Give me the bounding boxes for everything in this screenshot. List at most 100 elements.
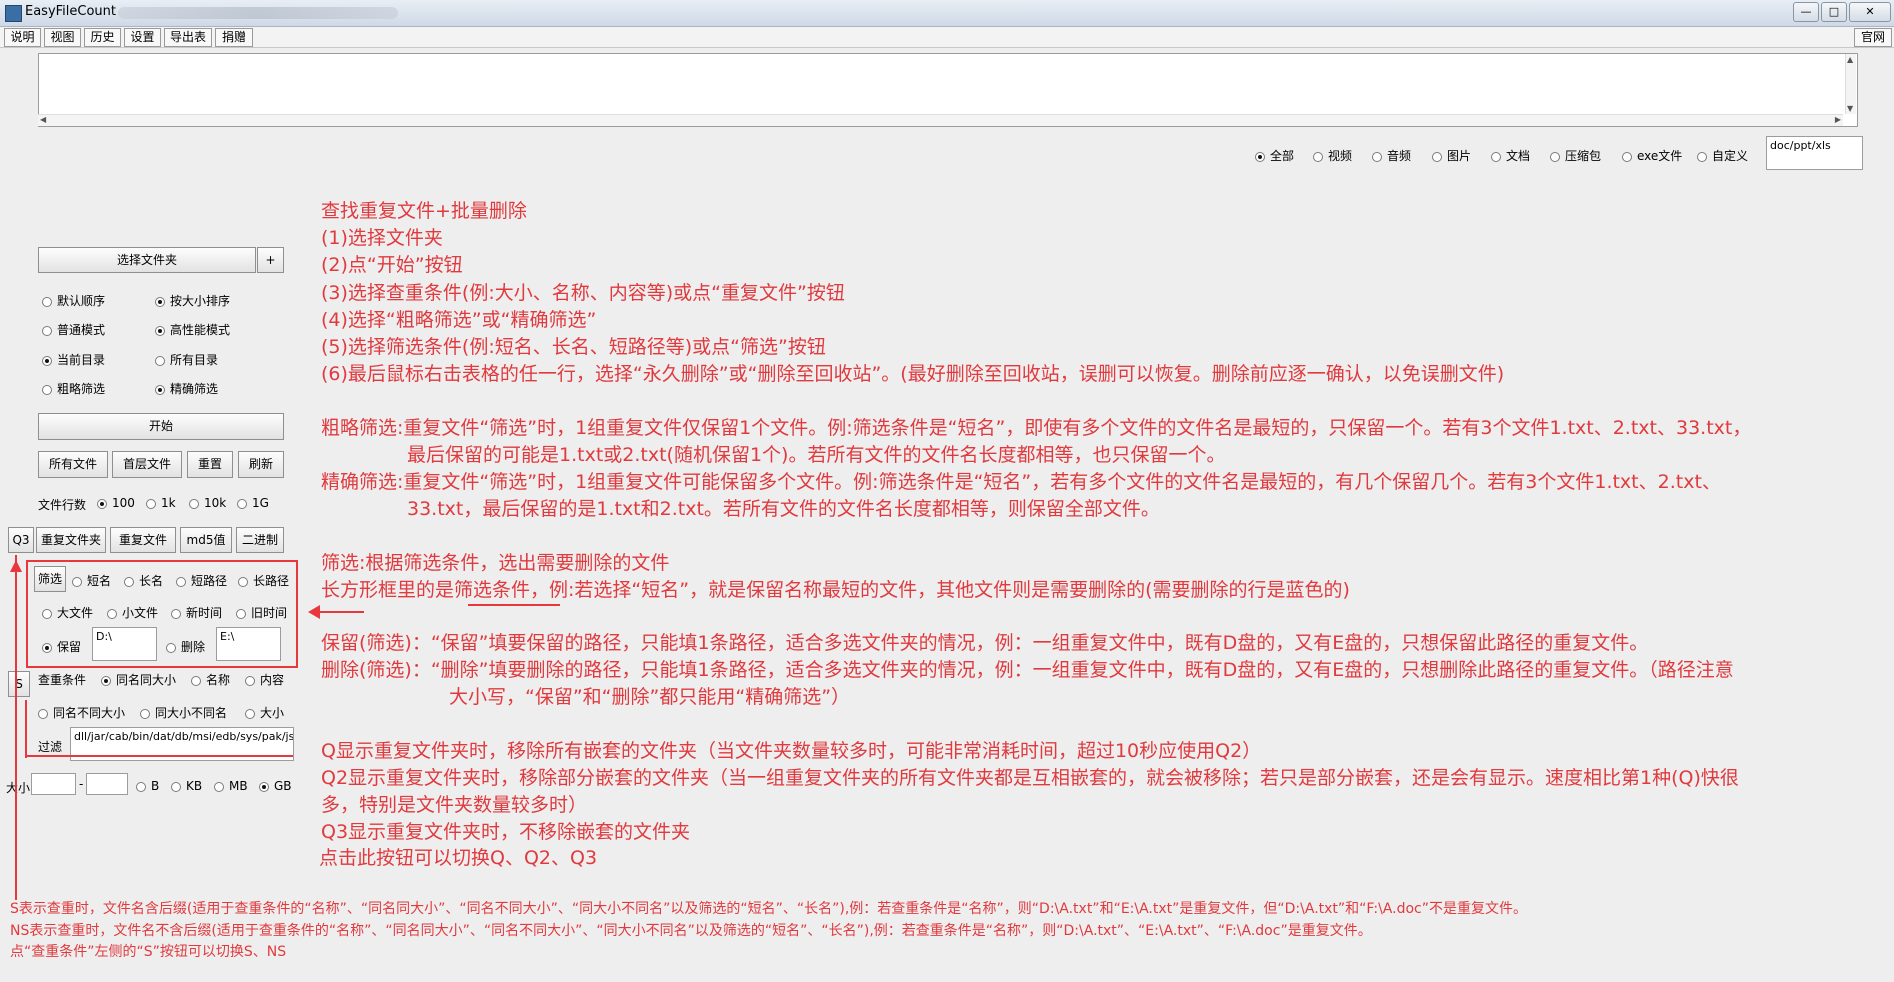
size-unit-kb[interactable]: KB [171, 779, 202, 793]
size-max-input[interactable] [86, 773, 128, 795]
type-exe[interactable]: exe文件 [1622, 147, 1682, 164]
lines-100[interactable]: 100 [97, 496, 135, 510]
radio-icon [237, 498, 247, 509]
radio-icon [101, 675, 111, 686]
duplicate-folders-button[interactable]: 重复文件夹 [36, 527, 106, 553]
scope-current[interactable]: 当前目录 [42, 351, 105, 368]
duplicate-files-button[interactable]: 重复文件 [110, 527, 176, 553]
dup-same-name-diff-size[interactable]: 同名不同大小 [38, 704, 125, 721]
scope-all[interactable]: 所有目录 [155, 351, 218, 368]
menu-history[interactable]: 历史 [84, 28, 121, 47]
screen-short-path[interactable]: 短路径 [176, 572, 227, 589]
annotation-precise-2: 33.txt，最后保留的是1.txt和2.txt。若所有文件的文件名长度都相等，… [407, 498, 1160, 520]
scroll-left-icon[interactable]: ◀ [40, 115, 46, 124]
type-doc[interactable]: 文档 [1491, 147, 1530, 164]
radio-icon [176, 576, 186, 587]
scroll-up-icon[interactable]: ▲ [1847, 55, 1853, 64]
radio-icon [1622, 151, 1632, 162]
annotation-step-3: (3)选择查重条件(例:大小、名称、内容等)或点“重复文件”按钮 [321, 282, 845, 304]
binary-button[interactable]: 二进制 [236, 527, 284, 553]
annotation-q-5: 点击此按钮可以切换Q、Q2、Q3 [319, 847, 598, 869]
choose-folder-button[interactable]: 选择文件夹 [38, 247, 256, 273]
radio-icon [245, 675, 255, 686]
radio-icon [42, 355, 52, 366]
sort-default[interactable]: 默认顺序 [42, 292, 105, 309]
scroll-down-icon[interactable]: ▼ [1847, 104, 1853, 113]
s-mode-button[interactable]: S [8, 671, 30, 697]
screen-precise[interactable]: 精确筛选 [155, 380, 218, 397]
radio-icon [42, 608, 52, 619]
dup-same-size-diff-name[interactable]: 同大小不同名 [140, 704, 227, 721]
q-mode-button[interactable]: Q3 [8, 527, 34, 553]
type-video[interactable]: 视频 [1313, 147, 1352, 164]
screen-old-time[interactable]: 旧时间 [236, 604, 287, 621]
size-dash: - [79, 777, 84, 791]
dup-same-name-size[interactable]: 同名同大小 [101, 671, 176, 688]
menu-donate[interactable]: 捐赠 [215, 28, 253, 47]
add-folder-button[interactable]: + [257, 247, 284, 273]
s-arrow-line [25, 700, 27, 758]
keep-option[interactable]: 保留 [42, 638, 81, 655]
type-custom[interactable]: 自定义 [1697, 147, 1748, 164]
annotation-step-1: (1)选择文件夹 [321, 227, 443, 249]
size-unit-mb[interactable]: MB [214, 779, 248, 793]
radio-icon [191, 675, 201, 686]
sort-by-size[interactable]: 按大小排序 [155, 292, 230, 309]
screen-long-path[interactable]: 长路径 [238, 572, 289, 589]
size-unit-b[interactable]: B [136, 779, 159, 793]
delete-option[interactable]: 删除 [166, 638, 205, 655]
screen-button[interactable]: 筛选 [34, 566, 66, 592]
menu-bar: 说明 视图 历史 设置 导出表 捐赠 官网 [0, 27, 1894, 48]
refresh-button[interactable]: 刷新 [238, 451, 284, 478]
minimize-button[interactable]: — [1793, 2, 1819, 22]
type-all[interactable]: 全部 [1255, 147, 1294, 164]
lines-1g[interactable]: 1G [237, 496, 269, 510]
start-button[interactable]: 开始 [38, 413, 284, 440]
reset-button[interactable]: 重置 [187, 451, 233, 478]
title-path-blurred [118, 7, 398, 19]
menu-help[interactable]: 说明 [4, 28, 41, 47]
radio-icon [107, 608, 117, 619]
radio-icon [38, 708, 48, 719]
close-button[interactable]: ✕ [1849, 2, 1891, 22]
scroll-right-icon[interactable]: ▶ [1835, 115, 1841, 124]
menu-website[interactable]: 官网 [1854, 28, 1892, 47]
radio-icon [42, 296, 52, 307]
menu-settings[interactable]: 设置 [124, 28, 161, 47]
mode-normal[interactable]: 普通模式 [42, 321, 105, 338]
maximize-button[interactable]: □ [1821, 2, 1847, 22]
lines-10k[interactable]: 10k [189, 496, 226, 510]
menu-view[interactable]: 视图 [44, 28, 81, 47]
radio-icon [236, 608, 246, 619]
window-title: EasyFileCount [25, 4, 117, 19]
all-files-button[interactable]: 所有文件 [38, 451, 108, 478]
delete-path-input[interactable]: E:\ [216, 627, 281, 661]
annotation-screen-2: 长方形框里的是筛选条件，例:若选择“短名”，就是保留名称最短的文件，其他文件则是… [321, 579, 1350, 601]
screen-rough[interactable]: 粗略筛选 [42, 380, 105, 397]
horizontal-scrollbar[interactable]: ◀ ▶ [38, 114, 1843, 126]
custom-type-input[interactable]: doc/ppt/xls [1766, 136, 1863, 170]
lines-1k[interactable]: 1k [146, 496, 176, 510]
screen-long-name[interactable]: 长名 [124, 572, 163, 589]
first-level-files-button[interactable]: 首层文件 [112, 451, 182, 478]
dup-name[interactable]: 名称 [191, 671, 230, 688]
size-min-input[interactable] [31, 773, 76, 795]
md5-button[interactable]: md5值 [180, 527, 232, 553]
vertical-scrollbar[interactable]: ▲ ▼ [1845, 54, 1856, 114]
type-archive[interactable]: 压缩包 [1550, 147, 1601, 164]
dup-size[interactable]: 大小 [245, 704, 284, 721]
menu-export[interactable]: 导出表 [164, 28, 212, 47]
screen-arrow-line [317, 611, 364, 613]
screen-new-time[interactable]: 新时间 [171, 604, 222, 621]
radio-icon [259, 781, 269, 792]
type-audio[interactable]: 音频 [1372, 147, 1411, 164]
size-unit-gb[interactable]: GB [259, 779, 292, 793]
screen-short-name[interactable]: 短名 [72, 572, 111, 589]
type-image[interactable]: 图片 [1432, 147, 1471, 164]
keep-path-input[interactable]: D:\ [92, 627, 157, 661]
annotation-q-4: Q3显示重复文件夹时，不移除嵌套的文件夹 [321, 821, 691, 843]
screen-large-file[interactable]: 大文件 [42, 604, 93, 621]
screen-small-file[interactable]: 小文件 [107, 604, 158, 621]
mode-high-performance[interactable]: 高性能模式 [155, 321, 230, 338]
dup-content[interactable]: 内容 [245, 671, 284, 688]
